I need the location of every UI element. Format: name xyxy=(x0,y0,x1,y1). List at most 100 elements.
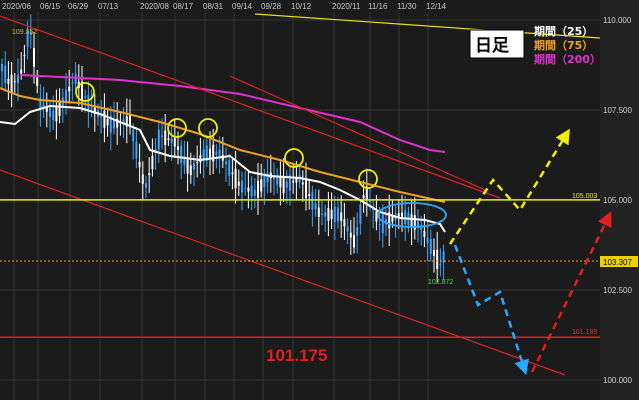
candle-body xyxy=(84,96,87,98)
candle-body xyxy=(369,200,371,202)
candle-body xyxy=(337,207,339,222)
candle-body xyxy=(439,263,442,265)
candle-body xyxy=(375,211,378,222)
y-tick-100000: 100.000 xyxy=(603,376,632,385)
candle-body xyxy=(234,168,237,189)
low-marker-label: 102.872 xyxy=(428,279,453,286)
candle-body xyxy=(241,180,243,193)
candle-body xyxy=(106,118,109,126)
candle-body xyxy=(10,74,13,93)
candle-body xyxy=(186,159,189,174)
candle-body xyxy=(193,163,195,170)
candle-body xyxy=(343,219,346,227)
candle-body xyxy=(257,180,259,198)
candle-body xyxy=(100,115,103,118)
price-chart: 2020/06 06/15 06/29 07/13 2020/08 08/17 … xyxy=(0,0,639,400)
y-tick-105000: 105.000 xyxy=(603,196,632,205)
candle-body xyxy=(65,89,67,102)
chart-root: 2020/06 06/15 06/29 07/13 2020/08 08/17 … xyxy=(0,0,639,400)
candle-body xyxy=(324,212,327,217)
legend-ma25: 期間（25） xyxy=(534,24,593,38)
x-label-1: 06/15 xyxy=(40,2,61,11)
candle-body xyxy=(218,149,221,157)
candle-body xyxy=(356,227,359,236)
candle-body xyxy=(436,249,439,269)
y-tick-107500: 107.500 xyxy=(603,106,632,115)
candle-body xyxy=(196,162,199,164)
candle-body xyxy=(209,148,211,158)
legend-ma75: 期間（75） xyxy=(534,38,593,52)
candle-body xyxy=(7,78,10,84)
x-label-3: 07/13 xyxy=(98,2,119,11)
candle-body xyxy=(103,110,106,128)
candle-body xyxy=(292,180,295,183)
candle-body xyxy=(132,129,135,142)
candle-body xyxy=(189,165,192,176)
candle-body xyxy=(397,213,400,217)
x-label-4: 2020/08 xyxy=(140,2,169,11)
candle-body xyxy=(426,237,429,244)
candle-body xyxy=(138,161,141,168)
candle-body xyxy=(17,74,19,84)
legend: 期間（25） 期間（75） 期間（200） xyxy=(534,24,601,66)
candle-body xyxy=(340,212,343,221)
candle-body xyxy=(263,175,266,188)
candle-body xyxy=(231,172,234,174)
candle-body xyxy=(429,239,432,255)
x-label-11: 11/16 xyxy=(368,2,388,11)
candle-body xyxy=(282,175,285,194)
candle-body xyxy=(253,189,256,196)
candle-body xyxy=(199,155,202,163)
candle-body xyxy=(164,130,167,145)
x-label-7: 09/14 xyxy=(232,2,253,11)
candle-body xyxy=(362,195,365,199)
x-label-0: 2020/06 xyxy=(2,2,31,11)
horizontal-line-label: 105.003 xyxy=(572,193,597,200)
x-label-5: 08/17 xyxy=(173,2,194,11)
candle-body xyxy=(317,207,320,217)
candle-body xyxy=(285,181,288,188)
x-label-13: 12/14 xyxy=(426,2,447,11)
candle-body xyxy=(157,129,160,150)
candle-body xyxy=(71,82,74,84)
candle-body xyxy=(327,208,330,221)
candle-body xyxy=(141,174,144,184)
candle-body xyxy=(410,214,413,228)
candle-body xyxy=(4,65,7,83)
candle-body xyxy=(135,141,138,159)
candle-body xyxy=(55,107,58,122)
candle-body xyxy=(225,161,227,165)
candle-body xyxy=(90,107,93,109)
current-price-label: 103.307 xyxy=(603,258,632,267)
candle-body xyxy=(148,173,151,176)
candle-body xyxy=(228,160,231,176)
candle-body xyxy=(1,63,3,72)
candle-body xyxy=(305,180,307,199)
support-big-label: 101.175 xyxy=(266,346,327,365)
support-small-label: 101.188 xyxy=(572,329,597,336)
candle-body xyxy=(36,77,39,86)
candle-body xyxy=(353,235,355,248)
timeframe-badge: 日足 xyxy=(469,29,525,59)
x-label-6: 08/31 xyxy=(203,2,224,11)
candle-body xyxy=(330,209,333,219)
candle-body xyxy=(68,86,71,92)
candle-body xyxy=(378,224,381,226)
candle-body xyxy=(301,182,304,185)
candle-body xyxy=(247,187,250,192)
candle-body xyxy=(250,185,253,197)
candle-body xyxy=(20,69,23,74)
candle-body xyxy=(173,137,176,147)
candle-body xyxy=(180,145,183,164)
candle-body xyxy=(308,193,311,196)
candle-body xyxy=(279,177,282,188)
candle-body xyxy=(311,191,314,210)
candle-body xyxy=(87,94,90,112)
high-marker-label: 109.852 xyxy=(12,29,37,36)
candle-body xyxy=(423,230,426,238)
candle-body xyxy=(13,81,16,83)
y-tick-102500: 102.500 xyxy=(603,286,632,295)
x-label-8: 09/28 xyxy=(261,2,282,11)
candle-body xyxy=(349,232,352,238)
candle-body xyxy=(177,146,179,150)
